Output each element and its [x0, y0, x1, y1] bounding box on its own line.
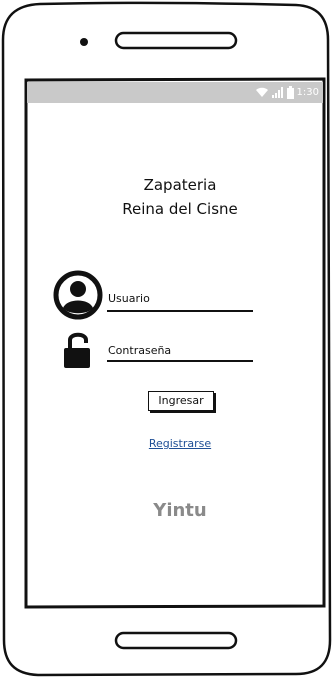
status-bar: 1:30	[27, 82, 323, 103]
battery-icon	[286, 86, 294, 99]
camera-icon	[80, 38, 88, 46]
login-button[interactable]: Ingresar	[148, 391, 214, 411]
app-title-line2: Reina del Cisne	[122, 200, 238, 218]
username-field[interactable]	[107, 310, 253, 312]
speaker-slot	[114, 31, 238, 50]
password-field[interactable]	[107, 360, 253, 362]
password-label: Contraseña	[108, 344, 172, 357]
signal-icon	[271, 87, 283, 98]
user-icon	[53, 270, 103, 320]
app-title-line1: Zapateria	[143, 176, 217, 194]
home-button[interactable]	[114, 631, 238, 650]
footer-brand: Yintu	[153, 500, 207, 521]
app-title: Zapateria Reina del Cisne	[80, 173, 280, 221]
unlock-icon	[64, 332, 90, 368]
status-icons: 1:30	[255, 84, 319, 101]
wifi-icon	[255, 87, 268, 97]
username-label: Usuario	[108, 292, 150, 305]
register-link[interactable]: Registrarse	[130, 437, 230, 450]
status-time: 1:30	[296, 87, 319, 98]
